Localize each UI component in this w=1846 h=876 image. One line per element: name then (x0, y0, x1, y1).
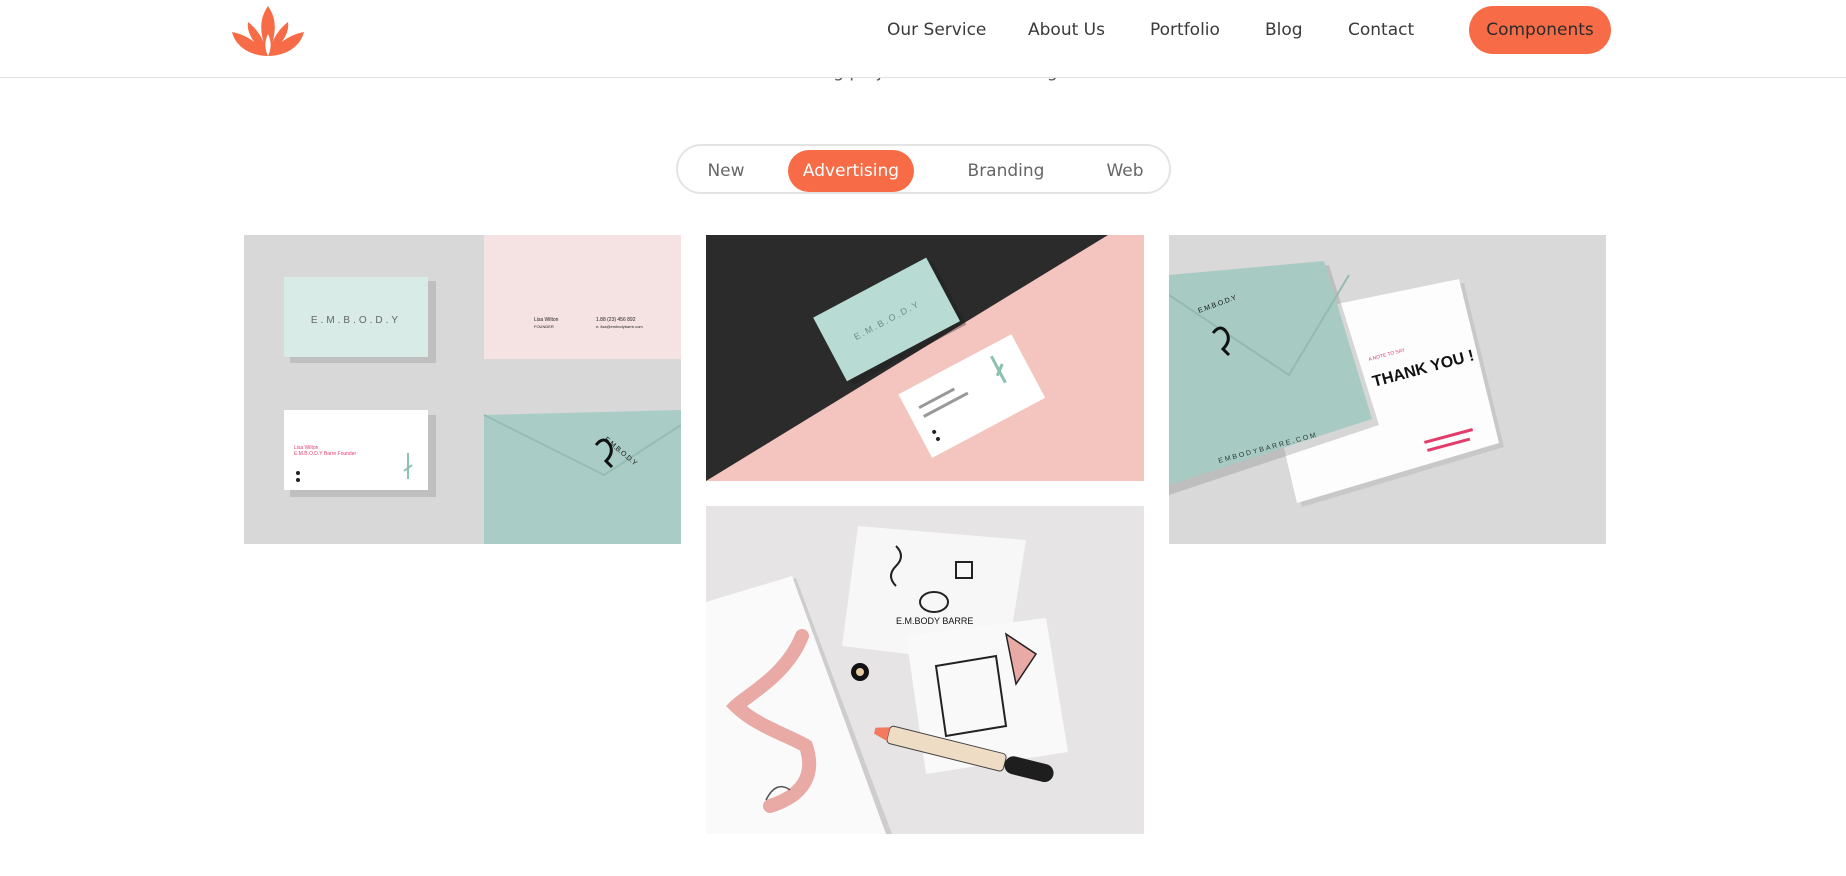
tab-branding[interactable]: Branding (946, 150, 1066, 192)
portfolio-image: E.M.B.O.D.Y (706, 235, 1144, 481)
card-back-role: E.M.B.O.D.Y Barre Founder (294, 451, 356, 457)
portfolio-image: Lisa Wilton FOUNDER 1.88 (23) 456 892 e:… (244, 235, 681, 544)
portfolio-filter: New Advertising Branding Web (676, 144, 1171, 194)
tab-advertising[interactable]: Advertising (788, 150, 914, 192)
portfolio-item[interactable]: Lisa Wilton FOUNDER 1.88 (23) 456 892 e:… (244, 235, 681, 544)
lotus-logo-icon[interactable] (230, 4, 306, 58)
tab-web[interactable]: Web (1092, 150, 1158, 192)
nav-blog[interactable]: Blog (1265, 17, 1303, 43)
nav-about-us[interactable]: About Us (1028, 17, 1105, 43)
portfolio-item[interactable]: E.M.BODY BARRE (706, 506, 1144, 834)
card-logo: E.M.B.O.D.Y (311, 315, 401, 326)
card-phone: 1.88 (23) 456 892 (596, 317, 636, 323)
card-role: FOUNDER (534, 324, 554, 329)
portfolio-image: THANK YOU ! A NOTE TO SAY E.M.B.O.D.Y EM… (1169, 235, 1606, 544)
portfolio-image: E.M.BODY BARRE (706, 506, 1144, 834)
nav-contact[interactable]: Contact (1348, 17, 1414, 43)
card-web: e: lisa@embodybarre.com (596, 324, 643, 329)
tab-new[interactable]: New (694, 150, 758, 192)
portfolio-item[interactable]: THANK YOU ! A NOTE TO SAY E.M.B.O.D.Y EM… (1169, 235, 1606, 544)
components-button[interactable]: Components (1469, 6, 1611, 54)
nav-portfolio[interactable]: Portfolio (1150, 17, 1220, 43)
sketch-label: E.M.BODY BARRE (896, 616, 973, 626)
site-header: Our Service About Us Portfolio Blog Cont… (0, 0, 1846, 78)
card-name: Lisa Wilton (534, 317, 559, 323)
nav-our-service[interactable]: Our Service (887, 17, 986, 43)
portfolio-item[interactable]: E.M.B.O.D.Y (706, 235, 1144, 481)
